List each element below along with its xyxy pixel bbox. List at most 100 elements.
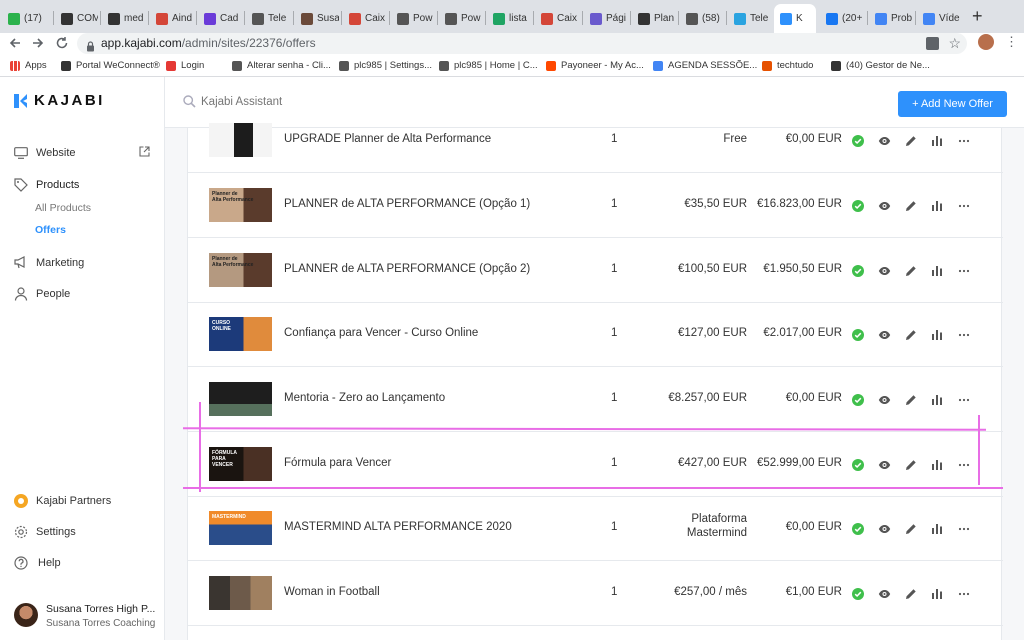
published-check-icon[interactable]	[852, 522, 866, 536]
analytics-chart-icon[interactable]	[931, 393, 945, 407]
preview-eye-icon[interactable]	[878, 134, 892, 148]
offer-row[interactable]: Planner de Alta Performance PLANNER de AL…	[188, 173, 1003, 238]
sidebar-item-settings[interactable]: Settings	[14, 525, 76, 539]
browser-tab[interactable]: Plan	[638, 4, 676, 33]
preview-eye-icon[interactable]	[878, 458, 892, 472]
url-field[interactable]: app.kajabi.com/admin/sites/22376/offers …	[77, 33, 967, 54]
edit-pencil-icon[interactable]	[905, 134, 919, 148]
sidebar-item-people[interactable]: People	[14, 287, 70, 301]
analytics-chart-icon[interactable]	[931, 458, 945, 472]
sidebar-item-marketing[interactable]: Marketing	[14, 256, 84, 269]
analytics-chart-icon[interactable]	[931, 522, 945, 536]
published-check-icon[interactable]	[852, 264, 866, 278]
bookmark-item[interactable]: techtudo	[762, 60, 813, 71]
offer-title[interactable]: Confiança para Vencer - Curso Online	[284, 327, 478, 339]
browser-tab[interactable]: lista	[493, 4, 531, 33]
edit-pencil-icon[interactable]	[905, 458, 919, 472]
edit-pencil-icon[interactable]	[905, 328, 919, 342]
profile-avatar[interactable]	[978, 34, 994, 50]
browser-tab[interactable]: Caix	[541, 4, 580, 33]
forward-icon[interactable]	[31, 36, 45, 50]
bookmark-item[interactable]: plc985 | Settings...	[339, 60, 432, 71]
offer-thumbnail[interactable]: CURSO ONLINE	[209, 317, 272, 351]
offer-title[interactable]: MASTERMIND ALTA PERFORMANCE 2020	[284, 521, 512, 533]
preview-eye-icon[interactable]	[878, 264, 892, 278]
preview-eye-icon[interactable]	[878, 587, 892, 601]
offer-thumbnail[interactable]	[209, 123, 272, 157]
browser-tab[interactable]: med	[108, 4, 146, 33]
browser-tab[interactable]: Tele	[252, 4, 291, 33]
browser-tab[interactable]: Tele	[734, 4, 770, 33]
browser-tab[interactable]: (20+	[826, 4, 865, 33]
browser-tab[interactable]: Pow	[445, 4, 483, 33]
more-options-icon[interactable]	[958, 458, 972, 472]
edit-pencil-icon[interactable]	[905, 587, 919, 601]
more-options-icon[interactable]	[958, 264, 972, 278]
more-options-icon[interactable]	[958, 587, 972, 601]
sidebar-item-products[interactable]: Products	[14, 178, 79, 192]
offer-thumbnail[interactable]: Planner de Alta Performance	[209, 253, 272, 287]
browser-tab[interactable]: Prob	[875, 4, 913, 33]
analytics-chart-icon[interactable]	[931, 134, 945, 148]
user-menu[interactable]: Susana Torres High P... Susana Torres Co…	[14, 601, 159, 631]
more-options-icon[interactable]	[958, 134, 972, 148]
reload-icon[interactable]	[55, 36, 69, 50]
more-options-icon[interactable]	[958, 328, 972, 342]
analytics-chart-icon[interactable]	[931, 587, 945, 601]
browser-tab[interactable]: (17)	[8, 4, 51, 33]
offer-row[interactable]: Mentoria - Zero ao Lançamento 1 €8.257,00 …	[188, 367, 1003, 432]
bookmark-item[interactable]: Payoneer - My Ac...	[546, 60, 644, 71]
offer-row[interactable]: Woman in Football 1 €257,00 / mês €1,00 EUR	[188, 561, 1003, 626]
bookmark-item[interactable]: Portal WeConnect®	[61, 60, 160, 71]
bookmark-item[interactable]: AGENDA SESSÕE...	[653, 60, 757, 71]
published-check-icon[interactable]	[852, 199, 866, 213]
star-icon[interactable]: ☆	[948, 33, 961, 54]
browser-tab[interactable]: Susa	[301, 4, 339, 33]
browser-tab[interactable]: Caix	[349, 4, 387, 33]
preview-eye-icon[interactable]	[878, 393, 892, 407]
offer-title[interactable]: PLANNER de ALTA PERFORMANCE (Opção 2)	[284, 263, 530, 275]
browser-tab[interactable]: Cad	[204, 4, 242, 33]
offer-row[interactable]: CURSO ONLINE Confiança para Vencer - Curs…	[188, 302, 1003, 367]
preview-eye-icon[interactable]	[878, 522, 892, 536]
browser-menu-icon[interactable]: ⋮	[1005, 34, 1018, 50]
published-check-icon[interactable]	[852, 134, 866, 148]
sidebar-item-website[interactable]: Website	[14, 146, 150, 159]
browser-tab[interactable]: Aind	[156, 4, 194, 33]
published-check-icon[interactable]	[852, 393, 866, 407]
bookmark-item[interactable]: Login	[166, 60, 204, 71]
offer-title[interactable]: UPGRADE Planner de Alta Performance	[284, 133, 491, 145]
back-icon[interactable]	[8, 36, 22, 50]
browser-tab[interactable]: (58)	[686, 4, 724, 33]
offer-title[interactable]: Woman in Football	[284, 586, 380, 598]
analytics-chart-icon[interactable]	[931, 328, 945, 342]
browser-tab[interactable]: Pow	[397, 4, 435, 33]
sidebar-item-all-products[interactable]: All Products	[35, 202, 91, 214]
offer-thumbnail[interactable]: Planner de Alta Performance	[209, 188, 272, 222]
browser-tab[interactable]: Pági	[590, 4, 628, 33]
more-options-icon[interactable]	[958, 393, 972, 407]
published-check-icon[interactable]	[852, 587, 866, 601]
analytics-chart-icon[interactable]	[931, 199, 945, 213]
offer-thumbnail[interactable]: MASTERMIND	[209, 511, 272, 545]
edit-pencil-icon[interactable]	[905, 522, 919, 536]
offer-row[interactable]: UPGRADE Planner de Alta Performance 1 Free…	[188, 108, 1003, 173]
offer-thumbnail[interactable]	[209, 576, 272, 610]
edit-pencil-icon[interactable]	[905, 393, 919, 407]
analytics-chart-icon[interactable]	[931, 264, 945, 278]
offer-thumbnail[interactable]: FÓRMULA PARA VENCER	[209, 447, 272, 481]
offer-title[interactable]: Fórmula para Vencer	[284, 457, 391, 469]
more-options-icon[interactable]	[958, 199, 972, 213]
edit-pencil-icon[interactable]	[905, 199, 919, 213]
external-link-icon[interactable]	[139, 146, 150, 157]
browser-tab[interactable]: COM	[61, 4, 98, 33]
sidebar-item-offers[interactable]: Offers	[35, 224, 66, 236]
translate-icon[interactable]	[926, 37, 939, 50]
sidebar-item-help[interactable]: Help	[14, 556, 61, 570]
preview-eye-icon[interactable]	[878, 328, 892, 342]
offer-row[interactable]: MASTERMIND MASTERMIND ALTA PERFORMANCE 20…	[188, 496, 1003, 561]
bookmark-item[interactable]: plc985 | Home | C...	[439, 60, 538, 71]
bookmark-item[interactable]: Apps	[10, 60, 47, 71]
kajabi-logo[interactable]: KAJABI	[14, 92, 105, 109]
published-check-icon[interactable]	[852, 328, 866, 342]
